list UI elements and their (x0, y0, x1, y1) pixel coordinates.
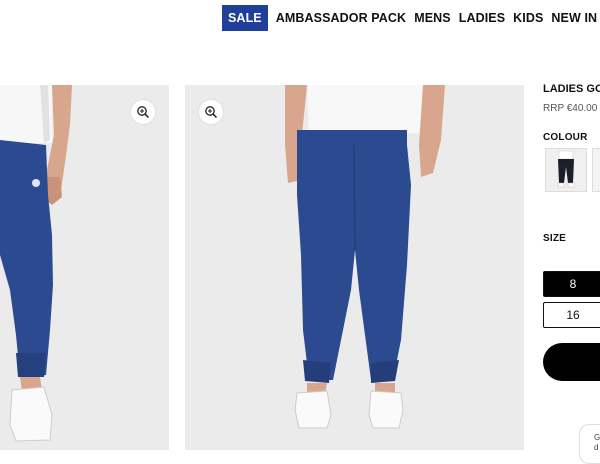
colour-swatch-alt[interactable] (592, 148, 600, 192)
size-option-8[interactable]: 8 (543, 271, 600, 297)
back-view-illustration (285, 85, 445, 429)
product-photo-back[interactable] (185, 85, 524, 450)
nav-ambassador-pack[interactable]: AMBASSADOR PACK (276, 11, 406, 25)
nav-new-in[interactable]: NEW IN (551, 11, 597, 25)
nav-kids[interactable]: KIDS (513, 11, 543, 25)
chat-line-1: G (594, 433, 600, 442)
product-title: LADIES GO (543, 83, 600, 95)
zoom-in-icon[interactable] (199, 100, 223, 124)
side-view-illustration (0, 85, 72, 442)
chat-widget[interactable]: G d (579, 424, 600, 464)
size-option-label: 16 (566, 308, 580, 322)
size-label: SIZE (543, 233, 567, 244)
nav-ladies[interactable]: LADIES (459, 11, 505, 25)
zoom-in-icon[interactable] (131, 100, 155, 124)
swatch-thumbnail (557, 150, 575, 188)
colour-swatch-navy[interactable] (545, 148, 587, 192)
product-price: RRP €40.00 (543, 103, 598, 114)
size-option-label: 8 (569, 277, 577, 291)
size-option-16[interactable]: 16 (543, 302, 600, 328)
nav-mens[interactable]: MENS (414, 11, 451, 25)
main-nav: SALE AMBASSADOR PACK MENS LADIES KIDS NE… (222, 5, 600, 31)
product-photo-side[interactable] (0, 85, 169, 450)
add-to-cart-button[interactable] (543, 343, 600, 381)
chat-line-2: d (594, 443, 599, 452)
nav-sale[interactable]: SALE (222, 5, 268, 31)
colour-label: COLOUR (543, 132, 588, 143)
